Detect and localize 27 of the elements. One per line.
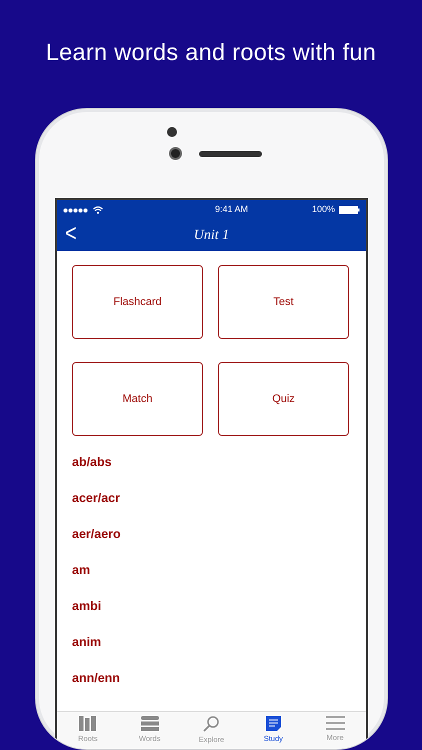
screen-title: Unit 1 (194, 227, 230, 245)
stack-icon (140, 716, 159, 731)
mode-button[interactable]: Flashcard (72, 265, 203, 339)
books-icon (79, 716, 96, 731)
root-item[interactable]: ab/abs (72, 455, 112, 469)
headline: Learn words and roots with fun (44, 38, 378, 67)
menu-icon (326, 716, 345, 730)
note-icon (266, 716, 281, 731)
battery-percent: 100% (312, 203, 335, 216)
mode-button[interactable]: Test (218, 265, 349, 339)
battery-icon (339, 206, 360, 214)
root-item[interactable]: am (72, 563, 90, 577)
speaker-icon (199, 151, 262, 157)
sensor-icon (167, 127, 177, 137)
camera-icon (169, 147, 182, 160)
mode-button[interactable]: Quiz (218, 362, 349, 436)
wifi-icon (93, 206, 103, 214)
root-item[interactable]: aer/aero (72, 527, 121, 541)
root-item[interactable]: ambi (72, 599, 102, 613)
mode-button[interactable]: Match (72, 362, 203, 436)
signal-icon (63, 208, 89, 212)
search-icon (203, 716, 220, 732)
root-item[interactable]: anim (72, 635, 102, 649)
root-item[interactable]: acer/acr (72, 491, 120, 505)
back-button[interactable]: < (65, 220, 77, 248)
root-item[interactable]: ann/enn (72, 671, 120, 685)
status-time: 9:41 AM (214, 203, 249, 216)
